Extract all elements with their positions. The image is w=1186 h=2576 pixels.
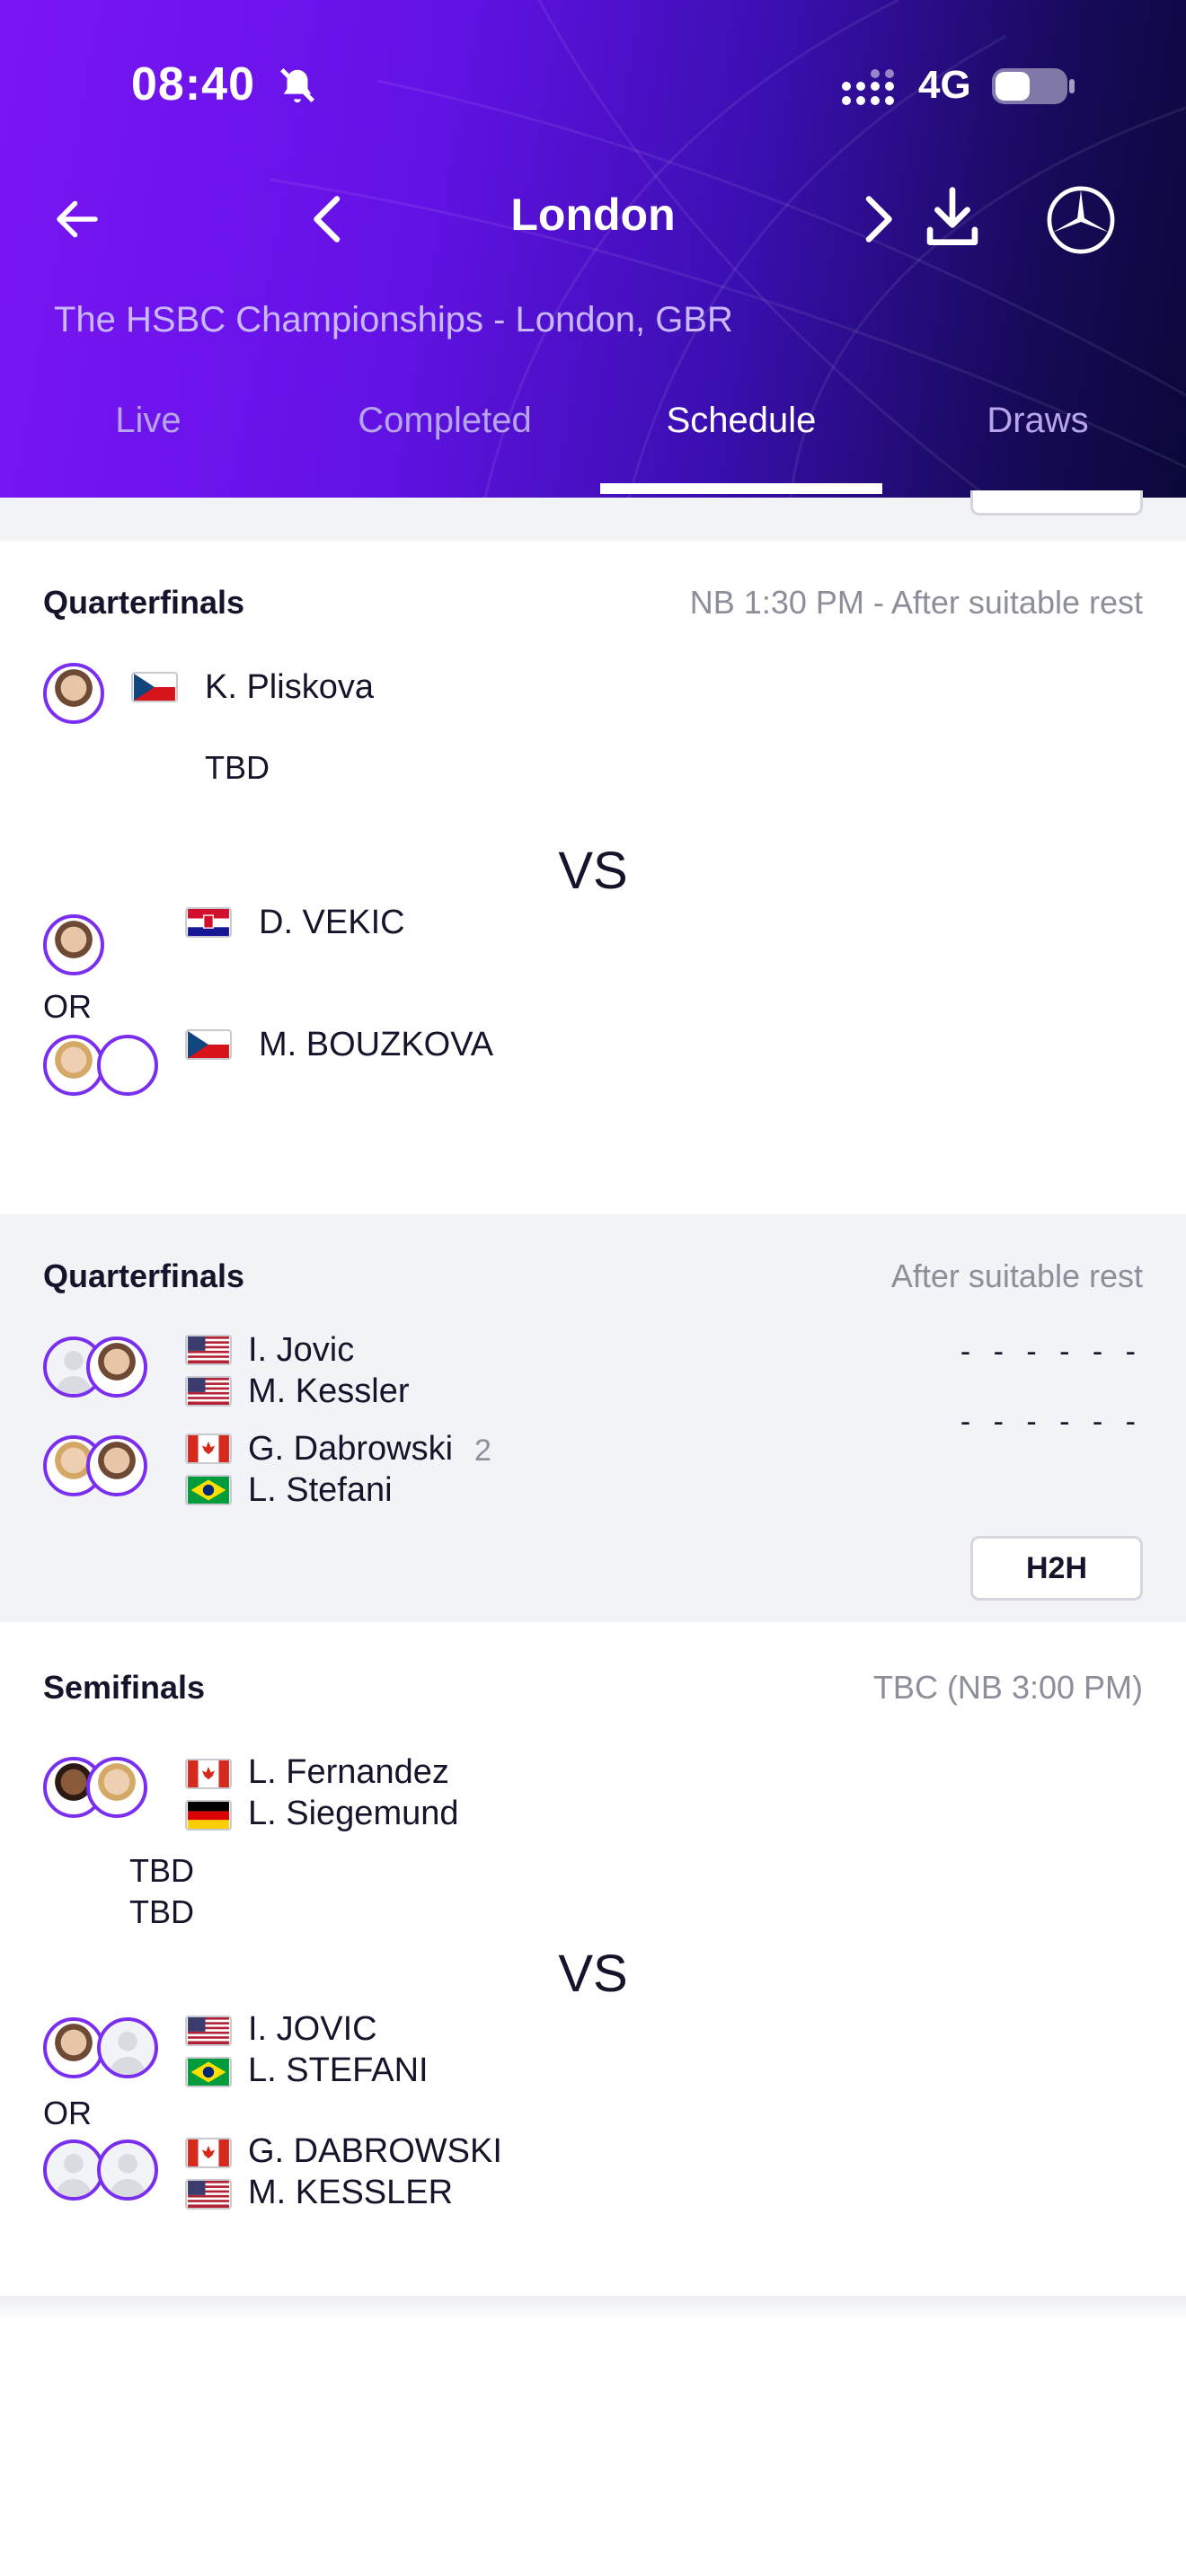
previous-tournament-chevron-icon[interactable] (305, 192, 350, 246)
versus-label: VS (558, 842, 628, 900)
usa-flag-icon (185, 1376, 232, 1407)
tbd-label: TBD (205, 749, 270, 786)
player-name[interactable]: I. Jovic (248, 1331, 354, 1370)
usa-flag-icon (185, 1335, 232, 1365)
status-time: 08:40 (131, 58, 255, 110)
player-avatar (43, 663, 104, 724)
download-icon[interactable] (922, 185, 983, 250)
match-card[interactable]: Quarterfinals After suitable rest I. Jov… (0, 1214, 1186, 1622)
usa-flag-icon (185, 2179, 232, 2210)
player-name[interactable]: L. Stefani (248, 1471, 393, 1510)
next-tournament-chevron-icon[interactable] (855, 192, 900, 246)
player-avatar (86, 1757, 147, 1818)
player-avatar (97, 2017, 158, 2078)
list-end-shadow (0, 2296, 1186, 2321)
player-avatar (86, 1435, 147, 1496)
player-avatar (43, 914, 104, 975)
player-avatar (43, 1035, 104, 1096)
match-round: Semifinals (43, 1669, 206, 1706)
player-name[interactable]: M. Kessler (248, 1372, 409, 1411)
match-time: TBC (NB 3:00 PM) (872, 1669, 1143, 1706)
brazil-flag-icon (185, 2057, 232, 2087)
canada-flag-icon (185, 2138, 232, 2168)
tournament-subtitle: The HSBC Championships - London, GBR (54, 300, 733, 340)
player-name[interactable]: L. STEFANI (248, 2051, 429, 2090)
player-avatar (86, 1337, 147, 1398)
versus-label: VS (558, 1945, 628, 2003)
player-avatar-empty (97, 1035, 158, 1096)
tab-bar: Live Completed Schedule Draws (0, 386, 1186, 498)
player-name[interactable]: G. Dabrowski (248, 1430, 453, 1469)
tbd-label: TBD (129, 1852, 194, 1889)
match-round: Quarterfinals (43, 584, 245, 621)
match-round: Quarterfinals (43, 1257, 245, 1294)
signal-strength-icon (842, 69, 894, 105)
usa-flag-icon (185, 2016, 232, 2046)
germany-flag-icon (185, 1800, 232, 1831)
canada-flag-icon (185, 1434, 232, 1464)
battery-icon (992, 68, 1075, 104)
player-name[interactable]: K. Pliskova (205, 668, 374, 707)
seed-number: 2 (474, 1434, 491, 1468)
tbd-label: TBD (129, 1893, 194, 1930)
tab-schedule[interactable]: Schedule (593, 386, 890, 498)
head-to-head-button[interactable]: H2H (970, 1536, 1143, 1601)
match-card[interactable]: Semifinals TBC (NB 3:00 PM) L. Fernandez… (0, 1622, 1186, 2296)
player-name[interactable]: G. DABROWSKI (248, 2132, 502, 2171)
player-avatar (43, 2017, 104, 2078)
player-avatar (97, 2139, 158, 2201)
czech-flag-icon (185, 1029, 232, 1060)
mute-bell-icon (280, 68, 314, 103)
status-bar: 08:40 4G (0, 0, 1186, 171)
app-header: 08:40 4G London The HSBC Championships -… (0, 0, 1186, 498)
tab-live[interactable]: Live (0, 386, 296, 498)
active-tab-indicator (600, 483, 882, 494)
match-time: NB 1:30 PM - After suitable rest (689, 584, 1143, 621)
tournament-title: London (510, 190, 676, 240)
player-avatar (43, 2139, 104, 2201)
or-label: OR (43, 2095, 92, 2131)
player-name[interactable]: M. BOUZKOVA (259, 1026, 493, 1064)
player-name[interactable]: L. Siegemund (248, 1795, 459, 1833)
player-name[interactable]: L. Fernandez (248, 1753, 449, 1792)
brazil-flag-icon (185, 1475, 232, 1505)
team-score: - - - - - - (960, 1335, 1143, 1369)
previous-card-button-edge[interactable] (970, 490, 1143, 516)
canada-flag-icon (185, 1759, 232, 1789)
sponsor-star-logo-icon (1047, 186, 1115, 254)
player-name[interactable]: D. VEKIC (259, 904, 405, 942)
croatia-flag-icon (185, 907, 232, 938)
match-card[interactable]: Quarterfinals NB 1:30 PM - After suitabl… (0, 541, 1186, 1214)
player-name[interactable]: M. KESSLER (248, 2174, 453, 2212)
czech-flag-icon (131, 672, 178, 702)
back-arrow-icon[interactable] (50, 192, 104, 246)
team-score: - - - - - - (960, 1405, 1143, 1439)
or-label: OR (43, 988, 92, 1025)
tab-draws[interactable]: Draws (890, 386, 1186, 498)
match-time: After suitable rest (890, 1257, 1143, 1294)
network-type: 4G (918, 63, 971, 107)
player-name[interactable]: I. JOVIC (248, 2010, 377, 2049)
tab-completed[interactable]: Completed (296, 386, 593, 498)
